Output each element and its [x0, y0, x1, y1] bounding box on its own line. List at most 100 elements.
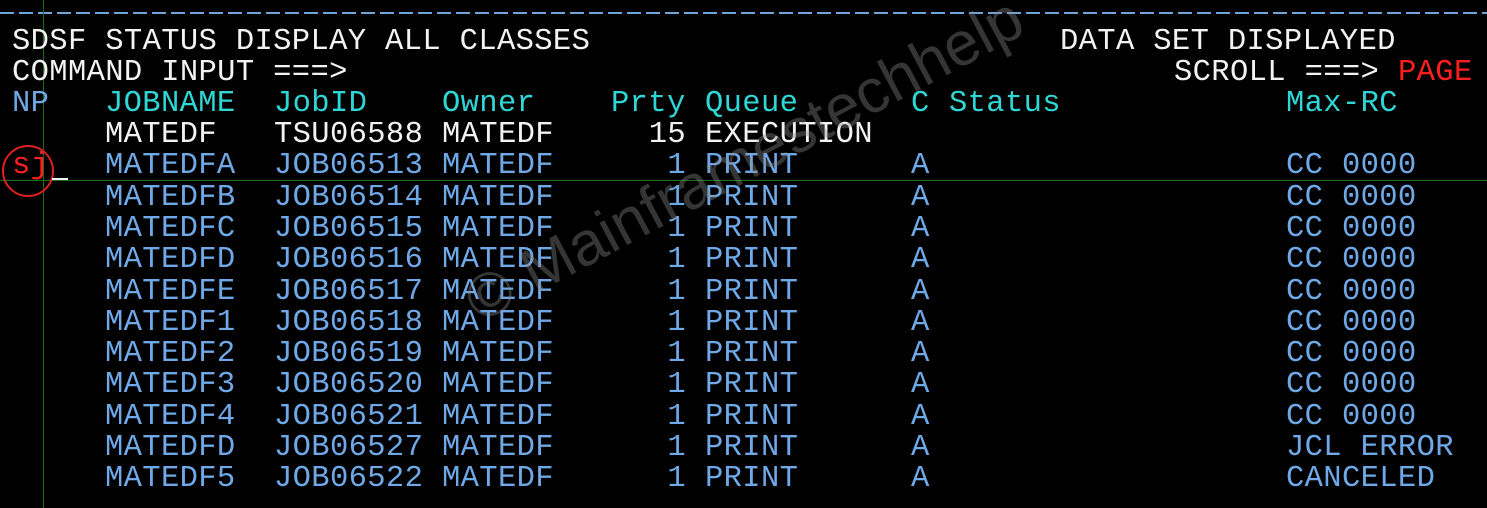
jobid: JOB06527 [274, 431, 424, 465]
jobid: JOB06519 [274, 337, 424, 372]
class: A [911, 462, 930, 497]
table-row[interactable]: MATEDF4 JOB06521 MATEDF 1 PRINT A CC 0000 [12, 399, 1487, 434]
np-command-field[interactable] [12, 433, 52, 464]
np-command-field[interactable] [12, 370, 52, 401]
jobname: MATEDFE [105, 274, 236, 309]
priority: 1 [667, 337, 686, 372]
priority: 15 [648, 118, 686, 152]
jobname: MATEDFB [105, 180, 236, 215]
class: A [911, 399, 930, 434]
col-jobid[interactable]: JobID [274, 89, 367, 120]
max-rc: CC 0000 [1286, 399, 1417, 434]
class: A [911, 337, 930, 372]
col-status[interactable]: Status [949, 89, 1061, 120]
jobname: MATEDF3 [105, 368, 236, 403]
max-rc: CC 0000 [1286, 180, 1417, 215]
priority: 1 [667, 431, 686, 465]
queue: PRINT [705, 337, 799, 372]
command-line: COMMAND INPUT ===> SCROLL ===> PAGE [12, 58, 1487, 89]
owner: MATEDF [442, 368, 554, 403]
max-rc: CC 0000 [1286, 368, 1417, 403]
jobid: JOB06522 [274, 462, 424, 497]
table-row[interactable]: MATEDF3 JOB06520 MATEDF 1 PRINT A CC 0000 [12, 370, 1487, 401]
priority: 1 [667, 274, 686, 309]
np-command-field[interactable] [12, 339, 52, 370]
class: A [911, 243, 930, 278]
jobid: JOB06513 [274, 149, 424, 184]
priority: 1 [667, 462, 686, 497]
table-row[interactable]: MATEDFD JOB06527 MATEDF 1 PRINT A JCL ERROR [12, 433, 1487, 464]
queue: PRINT [705, 305, 799, 340]
owner: MATEDF [442, 118, 554, 152]
jobname: MATEDF1 [105, 305, 236, 340]
max-rc: CC 0000 [1286, 149, 1417, 184]
command-label: COMMAND INPUT ===> [12, 56, 348, 90]
jobname: MATEDFC [105, 211, 236, 246]
jobname: MATEDF4 [105, 399, 236, 434]
max-rc: CANCELED [1286, 462, 1436, 497]
table-row[interactable]: MATEDFE JOB06517 MATEDF 1 PRINT A CC 0000 [12, 274, 1487, 309]
col-maxrc[interactable]: Max-RC [1286, 89, 1398, 120]
priority: 1 [667, 399, 686, 434]
jobid: JOB06517 [274, 274, 424, 309]
title-line: SDSF STATUS DISPLAY ALL CLASSES DATA SET… [12, 27, 1487, 58]
top-separator [0, 12, 1487, 14]
owner: MATEDF [442, 180, 554, 215]
jobname: MATEDF5 [105, 462, 236, 497]
priority: 1 [667, 368, 686, 403]
table-row[interactable]: MATEDF2 JOB06519 MATEDF 1 PRINT A CC 0000 [12, 339, 1487, 370]
owner: MATEDF [442, 399, 554, 434]
class: A [911, 431, 930, 465]
priority: 1 [667, 305, 686, 340]
text-cursor [52, 178, 68, 180]
queue: PRINT [705, 368, 799, 403]
queue: PRINT [705, 399, 799, 434]
status-message: DATA SET DISPLAYED [1060, 25, 1396, 59]
jobname: MATEDFA [105, 149, 236, 184]
table-row[interactable]: MATEDFC JOB06515 MATEDF 1 PRINT A CC 0000 [12, 211, 1487, 246]
queue: PRINT [705, 462, 799, 497]
queue: PRINT [705, 243, 799, 278]
max-rc: CC 0000 [1286, 243, 1417, 278]
max-rc: JCL ERROR [1286, 431, 1454, 465]
np-command-field[interactable] [12, 245, 52, 276]
col-jobname[interactable]: JOBNAME [105, 89, 236, 120]
queue: PRINT [705, 431, 799, 465]
queue: PRINT [705, 274, 799, 309]
class: A [911, 274, 930, 309]
owner: MATEDF [442, 149, 554, 184]
jobid: JOB06518 [274, 305, 424, 340]
jobname: MATEDFD [105, 431, 236, 465]
jobid: TSU06588 [274, 118, 424, 152]
jobid: JOB06515 [274, 211, 424, 246]
scroll-amount-field[interactable]: PAGE [1398, 58, 1473, 89]
class: A [911, 149, 930, 184]
np-command-field[interactable] [12, 464, 52, 495]
class: A [911, 305, 930, 340]
np-command-field[interactable] [12, 308, 52, 339]
jobid: JOB06516 [274, 243, 424, 278]
table-row[interactable]: MATEDFD JOB06516 MATEDF 1 PRINT A CC 0000 [12, 245, 1487, 276]
owner: MATEDF [442, 462, 554, 497]
np-command-field[interactable] [12, 277, 52, 308]
owner: MATEDF [442, 431, 554, 465]
col-prty[interactable]: Prty [611, 89, 686, 120]
class: A [911, 180, 930, 215]
max-rc: CC 0000 [1286, 211, 1417, 246]
table-row[interactable]: MATEDF1 JOB06518 MATEDF 1 PRINT A CC 0000 [12, 305, 1487, 340]
annotation-circle [2, 145, 54, 197]
queue: PRINT [705, 211, 799, 246]
table-row[interactable]: MATEDF5 JOB06522 MATEDF 1 PRINT A CANCELED [12, 464, 1487, 495]
np-command-field[interactable] [12, 214, 52, 245]
jobname: MATEDF [105, 118, 217, 152]
max-rc: CC 0000 [1286, 337, 1417, 372]
jobid: JOB06521 [274, 399, 424, 434]
np-command-field[interactable] [12, 402, 52, 433]
col-owner[interactable]: Owner [442, 89, 535, 120]
jobid: JOB06514 [274, 180, 424, 215]
max-rc: CC 0000 [1286, 274, 1417, 309]
jobid: JOB06520 [274, 368, 424, 403]
col-np[interactable]: NP [12, 89, 49, 120]
class: A [911, 211, 930, 246]
owner: MATEDF [442, 337, 554, 372]
